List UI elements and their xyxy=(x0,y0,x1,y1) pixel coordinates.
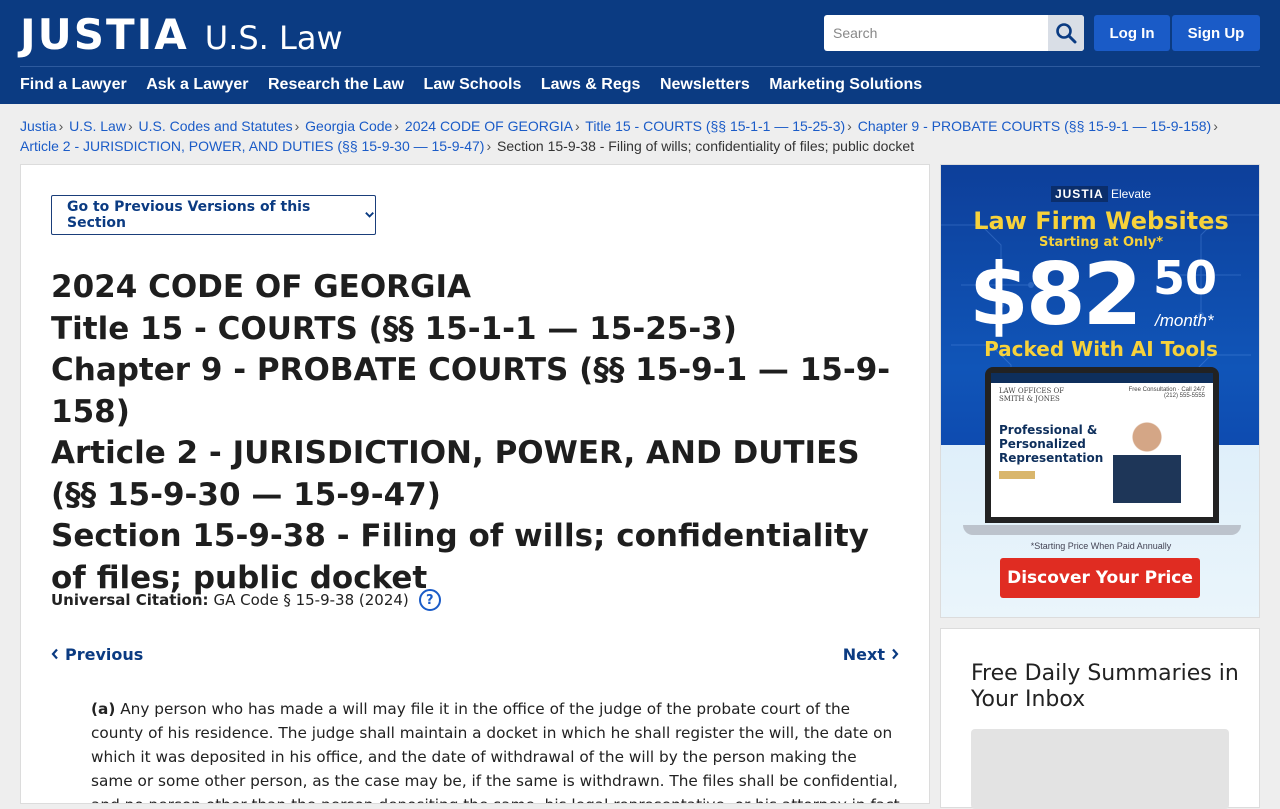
nav-research-the-law[interactable]: Research the Law xyxy=(268,76,404,94)
breadcrumb-link[interactable]: Article 2 - JURISDICTION, POWER, AND DUT… xyxy=(20,138,484,154)
ad-packed: Packed With AI Tools xyxy=(984,337,1218,361)
title-title: Title 15 - COURTS (§§ 15-1-1 — 15-25-3) xyxy=(51,310,737,347)
breadcrumb-separator: › xyxy=(58,118,64,134)
nav-marketing-solutions[interactable]: Marketing Solutions xyxy=(769,76,922,94)
logo-wordmark: JUSTIA xyxy=(20,10,189,59)
main-content: Go to Previous Versions of this Section … xyxy=(20,164,930,804)
nav-law-schools[interactable]: Law Schools xyxy=(424,76,522,94)
newsletter-title: Free Daily Summaries in Your Inbox xyxy=(971,661,1239,712)
nav-find-a-lawyer[interactable]: Find a Lawyer xyxy=(20,76,127,94)
citation-value: GA Code § 15-9-38 (2024) xyxy=(213,591,409,609)
justia-logo[interactable]: JUSTIA U.S. Law xyxy=(20,10,343,59)
main-nav: Find a Lawyer Ask a Lawyer Research the … xyxy=(20,76,942,94)
breadcrumb-link[interactable]: Justia xyxy=(20,118,57,134)
attorney-photo xyxy=(1113,415,1181,503)
breadcrumb-link[interactable]: Georgia Code xyxy=(305,118,392,134)
logo-section: U.S. Law xyxy=(204,19,343,57)
breadcrumb-separator: › xyxy=(574,118,580,134)
laptop-screen: LAW OFFICES OF SMITH & JONES Free Consul… xyxy=(991,373,1213,517)
breadcrumb-separator: › xyxy=(847,118,852,134)
previous-versions-label: Go to Previous Versions of this Section xyxy=(67,199,311,231)
previous-section-link[interactable]: Previous xyxy=(51,645,143,664)
mock-firm-name: LAW OFFICES OF SMITH & JONES xyxy=(999,387,1065,403)
next-label: Next xyxy=(842,645,885,664)
laptop-mockup: LAW OFFICES OF SMITH & JONES Free Consul… xyxy=(985,367,1219,523)
title-article: Article 2 - JURISDICTION, POWER, AND DUT… xyxy=(51,435,860,513)
ad-price: $82 xyxy=(969,245,1143,345)
chevron-right-icon xyxy=(892,648,899,660)
search-box xyxy=(824,15,1084,51)
mock-cta xyxy=(999,471,1035,479)
mock-phone: Free Consultation · Call 24/7 (212) 555-… xyxy=(1128,387,1205,399)
breadcrumb-separator: › xyxy=(394,118,400,134)
ad-brand-sub: Elevate xyxy=(1111,187,1152,201)
laptop-base xyxy=(963,525,1241,535)
search-input[interactable] xyxy=(824,15,1048,51)
breadcrumb-link[interactable]: Chapter 9 - PROBATE COURTS (§§ 15-9-1 — … xyxy=(858,118,1212,134)
universal-citation: Universal Citation: GA Code § 15-9-38 (2… xyxy=(51,589,441,611)
next-section-link[interactable]: Next xyxy=(843,645,899,664)
mock-site-nav xyxy=(991,373,1213,383)
mock-headline: Professional & Personalized Representati… xyxy=(999,423,1104,465)
login-button[interactable]: Log In xyxy=(1094,15,1170,51)
breadcrumb-link[interactable]: Title 15 - COURTS (§§ 15-1-1 — 15-25-3) xyxy=(585,118,845,134)
search-icon xyxy=(1056,23,1077,44)
breadcrumb-separator: › xyxy=(294,118,300,134)
page-title: 2024 CODE OF GEORGIA Title 15 - COURTS (… xyxy=(51,267,891,599)
breadcrumb-link[interactable]: U.S. Law xyxy=(69,118,126,134)
help-icon[interactable]: ? xyxy=(418,589,441,611)
discover-price-button[interactable]: Discover Your Price xyxy=(1000,558,1200,598)
ad-per-month: /month* xyxy=(1155,311,1214,330)
breadcrumb: Justia › U.S. Law › U.S. Codes and Statute… xyxy=(20,116,1260,156)
site-header: JUSTIA U.S. Law Log In Sign Up Find a La… xyxy=(0,0,1280,104)
newsletter-signup: Free Daily Summaries in Your Inbox xyxy=(940,628,1260,809)
ad-fine-print: *Starting Price When Paid Annually xyxy=(1030,541,1172,551)
ad-headline: Law Firm Websites xyxy=(973,207,1229,235)
breadcrumb-current: Section 15-9-38 - Filing of wills; confi… xyxy=(497,138,915,154)
breadcrumb-separator: › xyxy=(1213,118,1218,134)
ad-brand: JUSTIA Elevate xyxy=(941,186,1259,202)
justia-elevate-ad[interactable]: JUSTIA Elevate Law Firm Websites Startin… xyxy=(940,164,1260,618)
nav-newsletters[interactable]: Newsletters xyxy=(660,76,750,94)
title-section: Section 15-9-38 - Filing of wills; confi… xyxy=(51,518,869,596)
statute-text: (a) Any person who has made a will may f… xyxy=(91,697,901,803)
citation-label: Universal Citation: xyxy=(51,591,209,609)
ad-brand-logo: JUSTIA xyxy=(1050,186,1108,202)
breadcrumb-link[interactable]: U.S. Codes and Statutes xyxy=(139,118,293,134)
breadcrumb-link[interactable]: 2024 CODE OF GEORGIA xyxy=(405,118,573,134)
header-divider xyxy=(20,66,1260,67)
nav-laws-regs[interactable]: Laws & Regs xyxy=(541,76,641,94)
newsletter-form-placeholder xyxy=(971,729,1229,809)
title-code: 2024 CODE OF GEORGIA xyxy=(51,269,472,305)
previous-versions-dropdown[interactable]: Go to Previous Versions of this Section xyxy=(51,195,376,235)
ad-price-cents: 50 xyxy=(1153,251,1218,305)
previous-label: Previous xyxy=(65,645,144,664)
signup-button[interactable]: Sign Up xyxy=(1172,15,1260,51)
title-chapter: Chapter 9 - PROBATE COURTS (§§ 15-9-1 — … xyxy=(51,352,891,430)
search-button[interactable] xyxy=(1048,15,1084,51)
chevron-left-icon xyxy=(51,648,58,660)
breadcrumb-separator: › xyxy=(127,118,133,134)
paragraph-marker: (a) xyxy=(91,700,116,718)
breadcrumb-separator: › xyxy=(486,138,492,154)
paragraph-text: Any person who has made a will may file … xyxy=(91,700,900,803)
chevron-down-icon xyxy=(365,212,374,218)
nav-ask-a-lawyer[interactable]: Ask a Lawyer xyxy=(146,76,248,94)
